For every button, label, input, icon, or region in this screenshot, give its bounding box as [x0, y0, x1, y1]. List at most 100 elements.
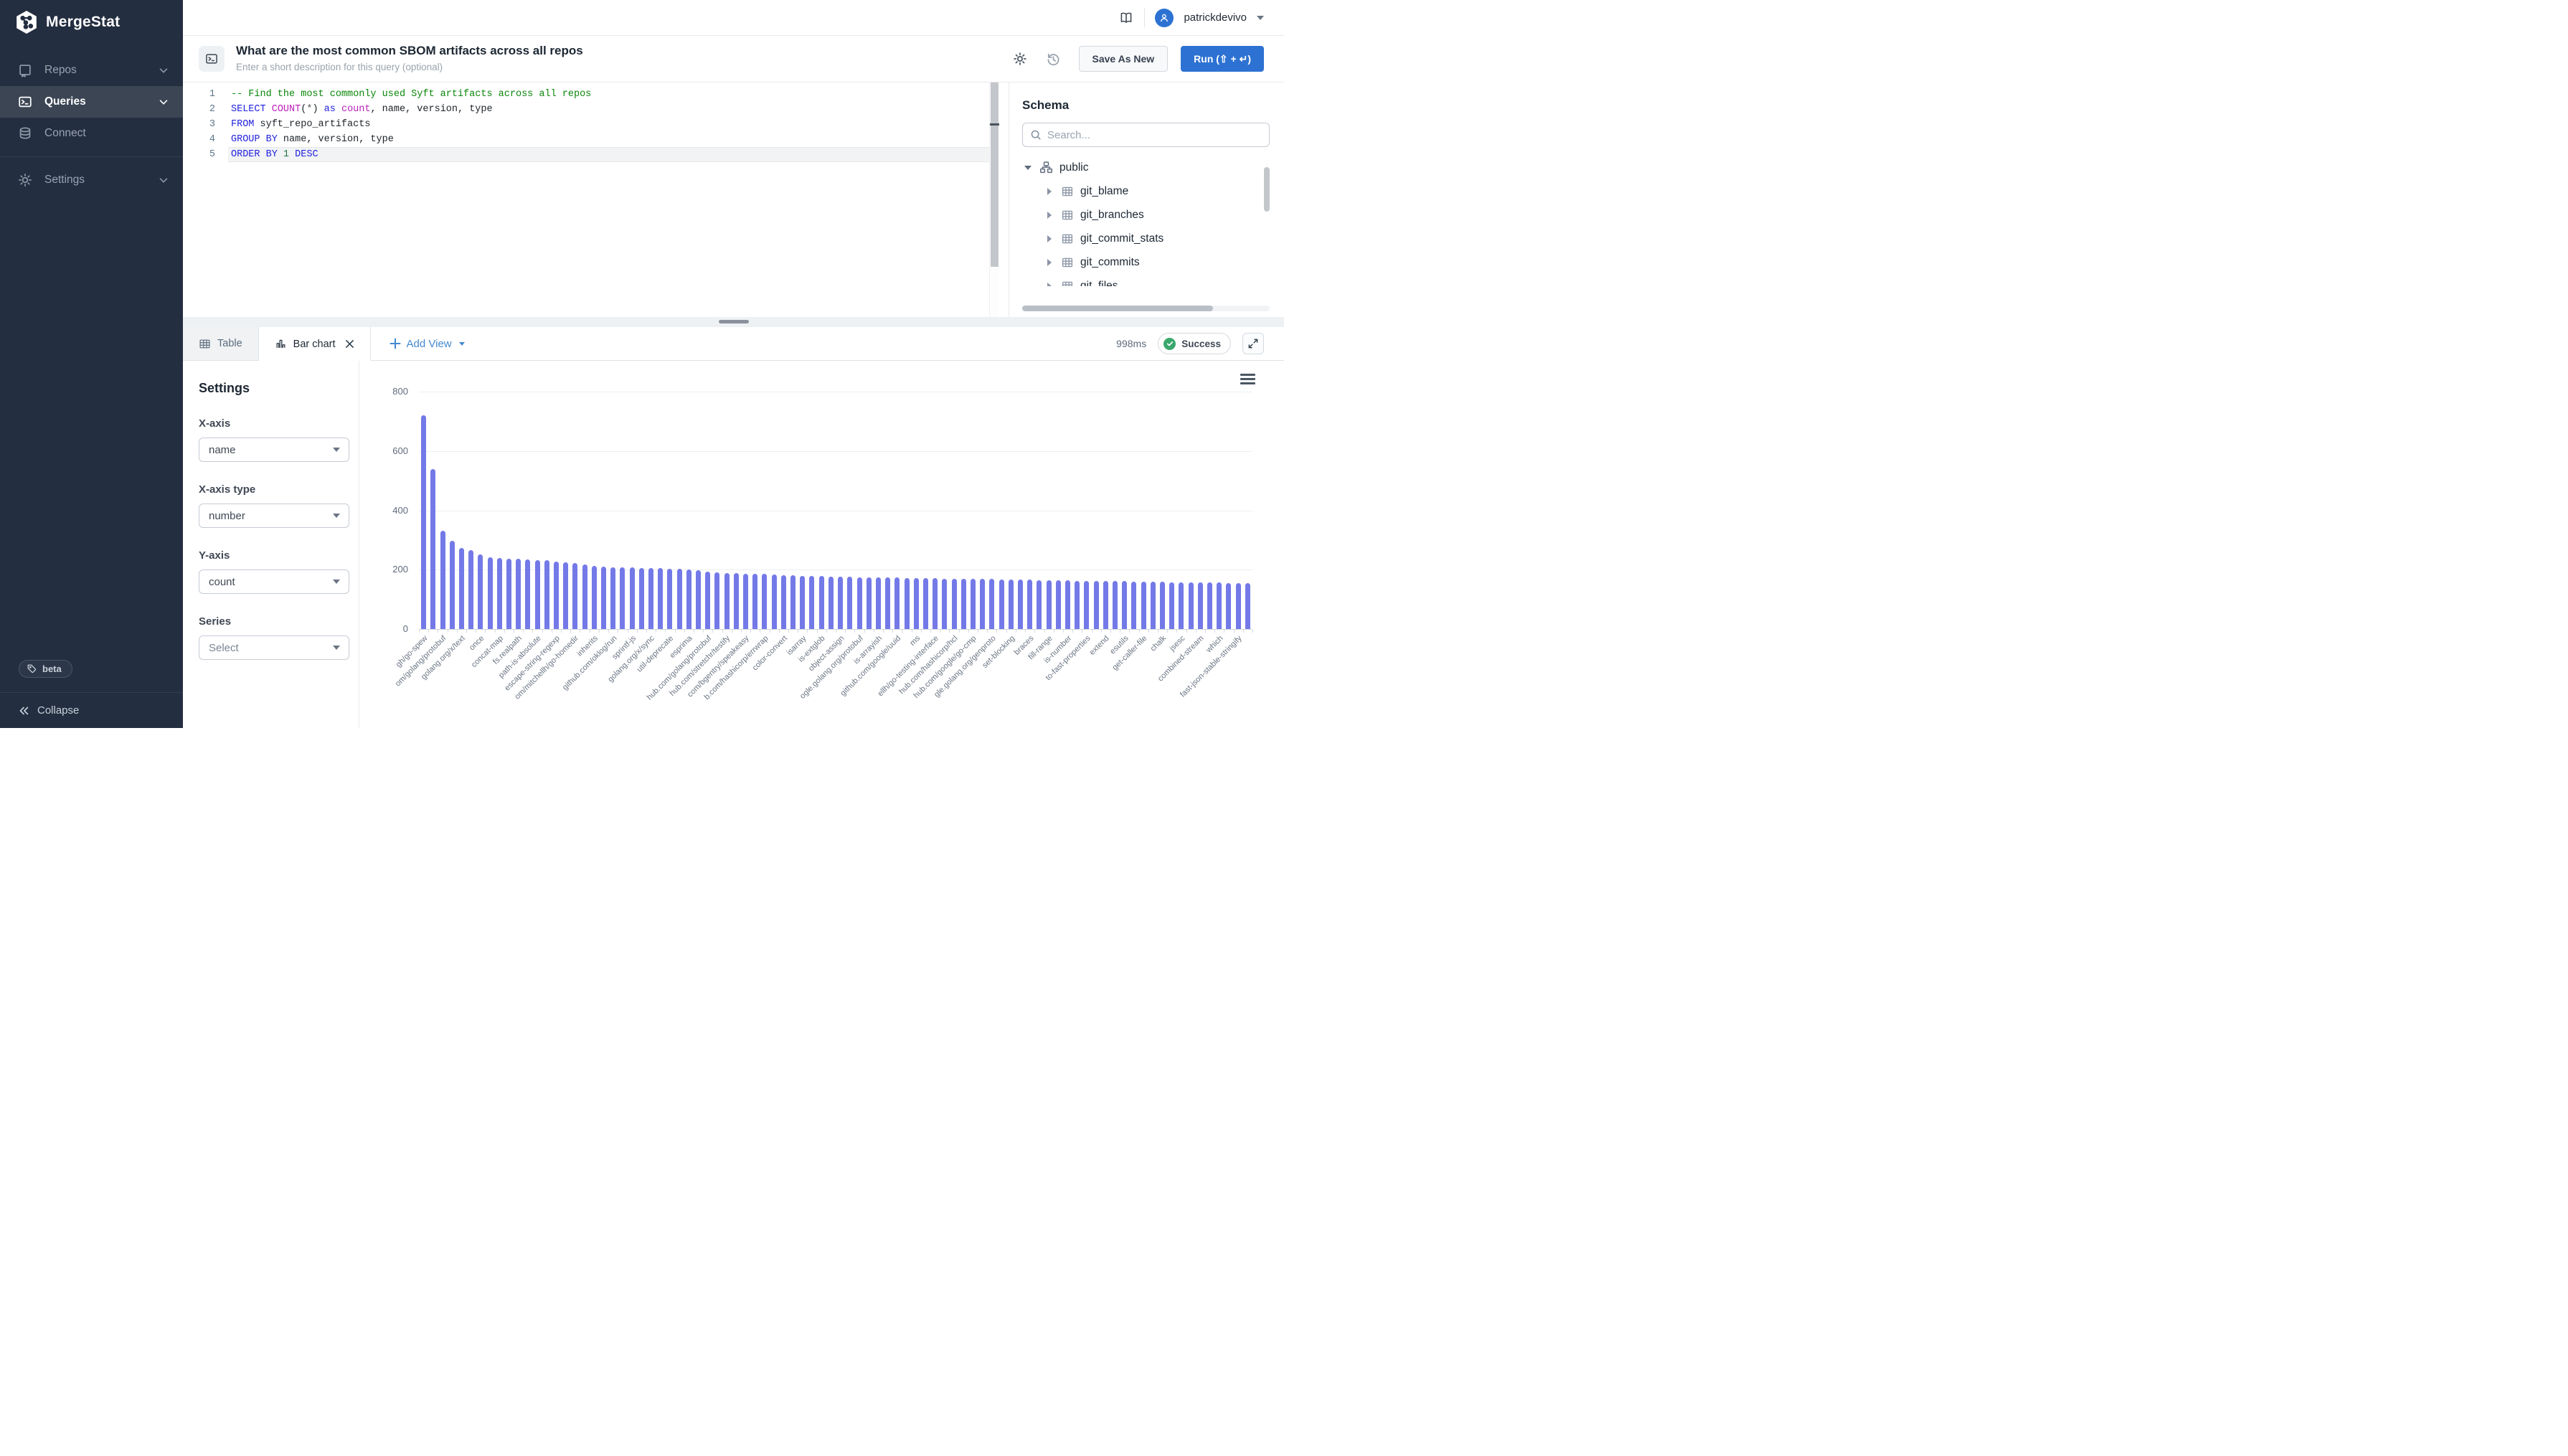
chart-bar[interactable] [658, 568, 663, 629]
user-menu-caret-icon[interactable] [1257, 16, 1264, 20]
chart-bar[interactable] [1207, 582, 1212, 629]
chart-bar[interactable] [696, 570, 701, 629]
chart-bar[interactable] [885, 577, 890, 629]
chart-bar[interactable] [838, 577, 843, 629]
schema-table-row[interactable]: git_files [1022, 274, 1270, 286]
expand-button[interactable] [1242, 333, 1264, 354]
chart-bar[interactable] [1245, 583, 1250, 629]
chart-bar[interactable] [421, 415, 426, 629]
chart-bar[interactable] [989, 579, 994, 629]
chart-bar[interactable] [1189, 582, 1194, 629]
chart-bar[interactable] [1226, 583, 1231, 629]
chart-bar[interactable] [450, 541, 455, 629]
caret-expanded-icon[interactable] [1024, 166, 1032, 170]
panel-resize-handle[interactable] [183, 317, 1284, 327]
chart-bar[interactable] [525, 559, 530, 629]
chart-bar[interactable] [563, 562, 568, 629]
sql-editor[interactable]: 12345 -- Find the most commonly used Syf… [183, 82, 1284, 317]
chart-bar[interactable] [554, 562, 559, 629]
chart-bar[interactable] [743, 574, 748, 629]
chart-bar[interactable] [762, 574, 767, 629]
chart-bar[interactable] [686, 569, 691, 629]
docs-book-icon[interactable] [1118, 10, 1134, 26]
chart-bar[interactable] [1217, 582, 1222, 629]
chart-bar[interactable] [497, 558, 502, 629]
schema-hscrollbar-thumb[interactable] [1022, 306, 1213, 311]
chart-bar[interactable] [1009, 580, 1014, 629]
y-axis-select[interactable]: count [199, 569, 349, 594]
chevron-down-icon[interactable] [157, 64, 170, 77]
tab-bar-chart[interactable]: Bar chart [259, 327, 371, 361]
chart-bar[interactable] [516, 559, 521, 629]
chart-bar[interactable] [952, 579, 957, 629]
chart-bar[interactable] [1122, 581, 1127, 629]
chart-bar[interactable] [914, 578, 919, 629]
tab-table[interactable]: Table [183, 327, 259, 360]
bar-chart[interactable]: 0200400600800gh/go-spewom/golang/protobu… [359, 361, 1284, 728]
chart-bar[interactable] [980, 579, 985, 629]
chart-bar[interactable] [610, 567, 615, 629]
schema-table-row[interactable]: git_branches [1022, 203, 1270, 227]
editor-code[interactable]: -- Find the most commonly used Syft arti… [231, 87, 1169, 162]
chart-bar[interactable] [630, 567, 635, 629]
schema-hscrollbar[interactable] [1022, 306, 1270, 311]
chart-bar[interactable] [829, 577, 834, 629]
chart-bar[interactable] [1065, 580, 1070, 629]
caret-collapsed-icon[interactable] [1047, 212, 1052, 219]
chart-menu-icon[interactable] [1240, 374, 1255, 387]
chart-bar[interactable] [781, 575, 786, 629]
chart-bar[interactable] [894, 577, 900, 629]
chart-bar[interactable] [819, 576, 824, 629]
chart-bar[interactable] [440, 531, 445, 629]
sidebar-item-settings[interactable]: Settings [0, 164, 183, 196]
chart-bar[interactable] [430, 469, 435, 629]
sidebar-item-connect[interactable]: Connect [0, 118, 183, 149]
run-button[interactable]: Run (⇧ + ↵) [1181, 46, 1264, 72]
chart-bar[interactable] [1094, 581, 1099, 629]
chart-bar[interactable] [1160, 582, 1165, 629]
chart-bar[interactable] [714, 572, 719, 629]
chart-bar[interactable] [847, 577, 852, 629]
chart-bar[interactable] [459, 548, 464, 629]
chevron-down-icon[interactable] [157, 95, 170, 108]
schema-table-row[interactable]: git_commits [1022, 250, 1270, 274]
chevron-down-icon[interactable] [157, 174, 170, 186]
chart-bar[interactable] [933, 578, 938, 629]
chart-bar[interactable] [1169, 582, 1174, 629]
chart-bar[interactable] [772, 575, 777, 629]
sidebar-item-queries[interactable]: Queries [0, 86, 183, 118]
chart-bar[interactable] [1047, 580, 1052, 629]
close-icon[interactable] [345, 339, 354, 349]
add-view-button[interactable]: Add View [390, 338, 465, 350]
chart-bar[interactable] [677, 569, 682, 629]
chart-bar[interactable] [905, 578, 910, 629]
series-select[interactable]: Select [199, 635, 349, 660]
schema-tree-scrollbar[interactable] [1264, 167, 1270, 212]
chart-bar[interactable] [867, 577, 872, 629]
chart-bar[interactable] [971, 579, 976, 629]
chart-bar[interactable] [544, 560, 549, 629]
history-icon[interactable] [1045, 51, 1062, 67]
chart-bar[interactable] [488, 557, 493, 629]
chart-bar[interactable] [942, 579, 947, 629]
chart-bar[interactable] [724, 573, 730, 629]
chart-bar[interactable] [667, 569, 672, 629]
chart-bar[interactable] [1141, 582, 1146, 629]
chart-bar[interactable] [478, 554, 483, 629]
chart-bar[interactable] [961, 579, 966, 629]
chart-bar[interactable] [809, 576, 814, 629]
chart-bar[interactable] [705, 572, 710, 629]
chart-bar[interactable] [1151, 582, 1156, 629]
query-description-input[interactable] [236, 62, 537, 72]
chart-bar[interactable] [752, 574, 757, 629]
x-axis-type-select[interactable]: number [199, 504, 349, 528]
chart-bar[interactable] [790, 575, 796, 629]
username[interactable]: patrickdevivo [1184, 11, 1247, 24]
query-title[interactable]: What are the most common SBOM artifacts … [236, 44, 1012, 58]
chart-bar[interactable] [592, 566, 597, 629]
schema-table-row[interactable]: git_commit_stats [1022, 227, 1270, 250]
caret-collapsed-icon[interactable] [1047, 188, 1052, 195]
chart-bar[interactable] [601, 567, 606, 629]
save-as-new-button[interactable]: Save As New [1079, 46, 1169, 72]
sidebar-item-repos[interactable]: Repos [0, 55, 183, 86]
